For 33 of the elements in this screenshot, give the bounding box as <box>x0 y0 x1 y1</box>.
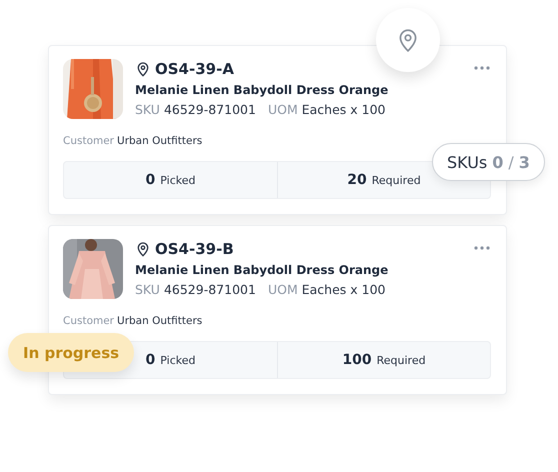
picked-label: Picked <box>160 174 196 186</box>
required-label: Required <box>372 174 421 186</box>
sku-value: 46529-871001 <box>164 282 256 297</box>
customer-label: Customer <box>63 135 114 147</box>
skus-done: 0 <box>492 152 504 172</box>
uom-value: Eaches x 100 <box>302 282 386 297</box>
required-label: Required <box>376 354 426 366</box>
customer-value: Urban Outfitters <box>117 315 202 327</box>
sku-label: SKU <box>135 282 160 297</box>
location-pin-icon <box>135 241 151 257</box>
uom-label: UOM <box>268 282 298 297</box>
location-code: OS4-39-A <box>155 60 234 78</box>
uom-label: UOM <box>268 102 298 117</box>
location-code: OS4-39-B <box>155 240 234 258</box>
skus-total: 3 <box>518 152 530 172</box>
sku-value: 46529-871001 <box>164 102 256 117</box>
more-icon[interactable] <box>474 66 490 70</box>
customer-value: Urban Outfitters <box>117 135 202 147</box>
customer-label: Customer <box>63 315 114 327</box>
picked-count: 0 <box>146 172 156 188</box>
product-name: Melanie Linen Babydoll Dress Orange <box>135 263 388 277</box>
required-count: 20 <box>347 172 367 188</box>
picked-label: Picked <box>160 354 196 366</box>
skus-separator: / <box>508 152 514 172</box>
required-count: 100 <box>342 352 372 368</box>
uom-value: Eaches x 100 <box>302 102 386 117</box>
location-pin-icon <box>135 61 151 77</box>
picked-count: 0 <box>146 352 156 368</box>
status-badge: In progress <box>8 333 134 372</box>
product-name: Melanie Linen Babydoll Dress Orange <box>135 83 388 97</box>
skus-label: SKUs <box>447 152 488 172</box>
sku-label: SKU <box>135 102 160 117</box>
more-icon[interactable] <box>474 246 490 250</box>
